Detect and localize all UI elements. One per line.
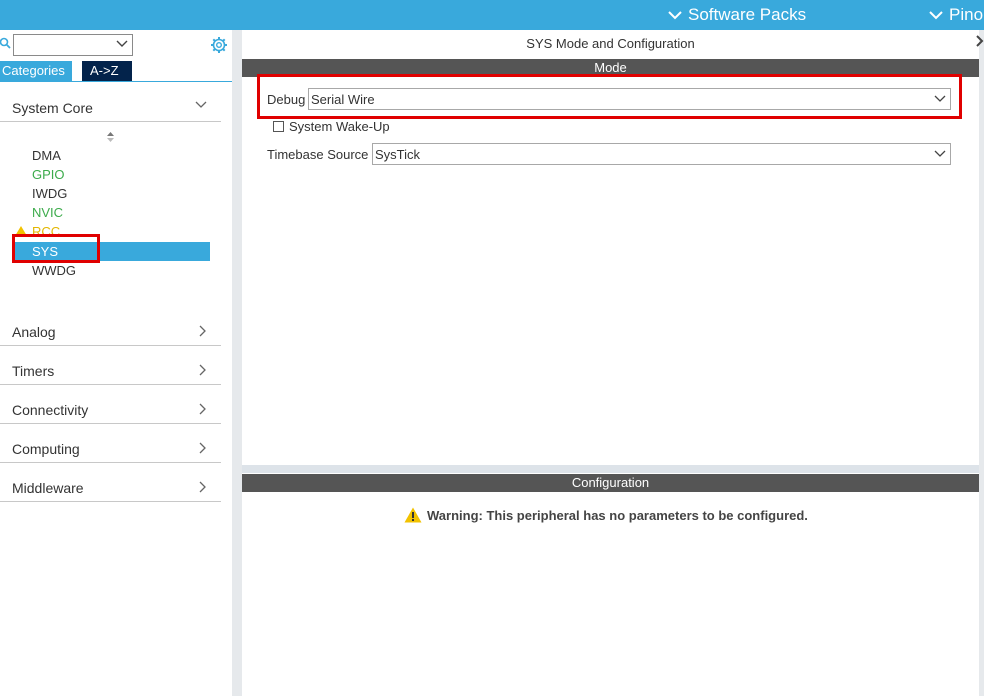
timebase-label: Timebase Source [267, 147, 369, 162]
chevron-down-icon [195, 101, 207, 108]
system-wakeup-checkbox[interactable] [273, 121, 284, 132]
group-label: Middleware [12, 480, 84, 496]
sidebar-item-nvic[interactable]: NVIC [32, 204, 63, 222]
timebase-select[interactable]: SysTick [372, 143, 951, 165]
chevron-right-icon [199, 364, 206, 376]
search-input[interactable] [13, 34, 133, 56]
chevron-right-icon [199, 442, 206, 454]
highlight-box-debug [257, 74, 962, 119]
group-analog[interactable]: Analog [0, 317, 221, 346]
warning-text: Warning: This peripheral has no paramete… [427, 507, 808, 523]
search-row [0, 32, 232, 58]
chevron-right-icon [199, 325, 206, 337]
sidebar-splitter[interactable] [232, 30, 242, 696]
no-parameters-warning: Warning: This peripheral has no paramete… [404, 507, 808, 523]
configuration-panel: Configuration Warning: This peripheral h… [242, 473, 979, 696]
group-label: System Core [12, 100, 93, 116]
configuration-section-header: Configuration [242, 474, 979, 492]
software-packs-label: Software Packs [688, 5, 807, 24]
chevron-right-icon [199, 481, 206, 493]
software-packs-menu[interactable]: Software Packs [668, 0, 806, 30]
collapse-arrow-icon[interactable] [976, 34, 984, 54]
chevron-down-icon[interactable] [116, 40, 128, 48]
mode-panel: SYS Mode and Configuration Mode Debug Se… [242, 30, 979, 465]
group-connectivity[interactable]: Connectivity [0, 395, 221, 424]
pinout-menu[interactable]: Pino [929, 0, 983, 30]
group-label: Computing [12, 441, 80, 457]
sidebar-item-gpio[interactable]: GPIO [32, 166, 65, 184]
sidebar: Categories A->Z System Core DMA GPIO IWD… [0, 30, 232, 696]
sidebar-item-dma[interactable]: DMA [32, 147, 61, 165]
chevron-down-icon [668, 11, 682, 20]
search-icon[interactable] [0, 37, 11, 51]
chevron-down-icon [929, 11, 943, 20]
group-timers[interactable]: Timers [0, 356, 221, 385]
gear-icon[interactable] [210, 36, 228, 54]
system-wakeup-label: System Wake-Up [289, 119, 390, 134]
group-label: Connectivity [12, 402, 89, 418]
group-label: Analog [12, 324, 56, 340]
sidebar-item-iwdg[interactable]: IWDG [32, 185, 67, 203]
group-label: Timers [12, 363, 55, 379]
warning-icon [404, 507, 422, 523]
page-title: SYS Mode and Configuration [526, 36, 695, 51]
top-toolbar: Software Packs Pino [0, 0, 984, 30]
pinout-label: Pino [949, 5, 984, 24]
highlight-box-sys [12, 234, 100, 263]
group-system-core[interactable]: System Core [0, 93, 221, 122]
tab-categories[interactable]: Categories [0, 61, 72, 81]
chevron-right-icon [199, 403, 206, 415]
timebase-value: SysTick [375, 147, 421, 162]
category-tabs: Categories A->Z [0, 61, 132, 81]
sidebar-item-wwdg[interactable]: WWDG [32, 262, 76, 280]
chevron-down-icon [934, 150, 946, 157]
tab-underline [0, 81, 232, 82]
right-edge-splitter[interactable] [979, 30, 984, 696]
sort-icon[interactable] [106, 131, 115, 143]
panel-splitter[interactable] [242, 465, 979, 473]
tab-a-to-z[interactable]: A->Z [82, 61, 132, 81]
group-middleware[interactable]: Middleware [0, 473, 221, 502]
group-computing[interactable]: Computing [0, 434, 221, 463]
